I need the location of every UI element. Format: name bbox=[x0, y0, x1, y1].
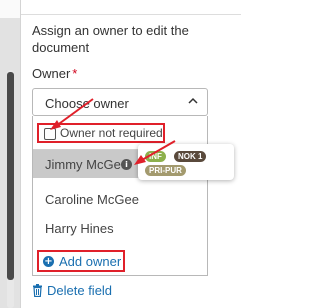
owner-option-label: Caroline McGee bbox=[45, 192, 139, 207]
section-divider bbox=[21, 14, 241, 15]
tag-badge: PRI-PUR bbox=[145, 165, 186, 176]
owner-not-required-label: Owner not required bbox=[60, 126, 163, 140]
panel-divider bbox=[20, 0, 21, 308]
owner-option-label: Jimmy McGee bbox=[45, 157, 129, 172]
scrollbar-thumb[interactable] bbox=[7, 72, 14, 280]
owner-option-label: Harry Hines bbox=[45, 221, 114, 236]
owner-select-value: Choose owner bbox=[45, 96, 129, 111]
plus-circle-icon: + bbox=[43, 256, 54, 267]
owner-not-required-checkbox[interactable] bbox=[44, 128, 56, 140]
owner-select[interactable]: Choose owner bbox=[32, 88, 208, 116]
owner-tags-tooltip: INF NOK 1 PRI-PUR bbox=[138, 144, 234, 180]
tag-badge: INF bbox=[145, 151, 166, 162]
required-asterisk: * bbox=[72, 66, 78, 81]
help-text: Assign an owner to edit the document bbox=[32, 23, 189, 55]
left-panel-header bbox=[0, 0, 20, 18]
delete-field-label: Delete field bbox=[47, 283, 113, 298]
tag-badge: NOK 1 bbox=[174, 151, 207, 162]
info-icon[interactable]: i bbox=[121, 159, 132, 170]
owner-option-caroline-mcgee[interactable]: Caroline McGee bbox=[33, 185, 207, 213]
owner-field-label: Owner * bbox=[32, 66, 77, 81]
trash-icon bbox=[33, 284, 42, 297]
owner-not-required-option[interactable]: Owner not required bbox=[37, 123, 165, 143]
owner-option-harry-hines[interactable]: Harry Hines bbox=[33, 214, 207, 242]
add-owner-button[interactable]: + Add owner bbox=[37, 250, 125, 272]
chevron-up-icon bbox=[188, 97, 198, 104]
add-owner-label: Add owner bbox=[59, 254, 122, 269]
owner-label-text: Owner bbox=[32, 66, 71, 81]
